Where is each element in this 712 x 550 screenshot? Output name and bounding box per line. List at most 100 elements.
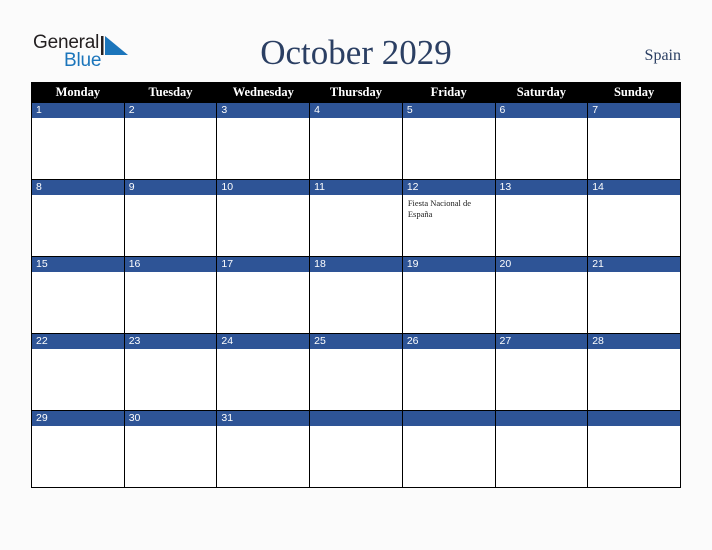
calendar-day-cell[interactable]: 3 — [216, 102, 311, 180]
day-events — [588, 195, 680, 198]
calendar-day-cell[interactable]: 9 — [123, 179, 218, 257]
day-number: 23 — [124, 334, 217, 349]
calendar-day-cell[interactable]: 5 — [401, 102, 496, 180]
calendar-day-cell[interactable]: 15 — [31, 256, 125, 334]
calendar-day-cell[interactable] — [309, 410, 403, 488]
calendar-day-cell[interactable]: 26 — [401, 333, 496, 411]
day-number — [402, 411, 495, 426]
calendar-day-cell[interactable]: 25 — [309, 333, 403, 411]
day-number: 25 — [310, 334, 402, 349]
day-number — [310, 411, 402, 426]
day-events — [310, 349, 402, 352]
page-title: October 2029 — [260, 33, 452, 72]
day-events — [403, 272, 495, 275]
calendar-day-cell[interactable]: 27 — [494, 333, 589, 411]
day-number: 1 — [32, 103, 124, 118]
day-number: 17 — [217, 257, 310, 272]
day-number: 31 — [217, 411, 310, 426]
calendar-day-cell[interactable]: 6 — [494, 102, 589, 180]
holiday-label: Fiesta Nacional de España — [407, 198, 472, 219]
calendar-day-cell[interactable]: 13 — [494, 179, 589, 257]
day-number: 12 — [402, 180, 495, 195]
day-events — [32, 118, 124, 121]
day-events — [32, 272, 124, 275]
calendar-day-cell[interactable] — [494, 410, 589, 488]
day-events — [217, 349, 309, 352]
calendar-day-cell[interactable] — [401, 410, 496, 488]
day-number: 21 — [588, 257, 680, 272]
calendar-day-cell[interactable]: 20 — [494, 256, 589, 334]
calendar-day-cell[interactable]: 8 — [31, 179, 125, 257]
day-events: Fiesta Nacional de España — [403, 195, 495, 219]
weekday-header-row: Monday Tuesday Wednesday Thursday Friday… — [31, 82, 681, 103]
day-number: 8 — [32, 180, 124, 195]
day-events — [496, 272, 588, 275]
day-number: 7 — [588, 103, 680, 118]
day-number: 24 — [217, 334, 310, 349]
day-number: 16 — [124, 257, 217, 272]
calendar-week-row: 29 30 31 — [31, 410, 681, 488]
day-events — [588, 349, 680, 352]
calendar-day-cell[interactable]: 11 — [309, 179, 403, 257]
calendar-day-cell[interactable]: 2 — [123, 102, 218, 180]
day-events — [125, 195, 217, 198]
country-label: Spain — [644, 47, 681, 64]
calendar-day-cell[interactable]: 28 — [587, 333, 681, 411]
weekday-header-saturday: Saturday — [494, 82, 589, 103]
calendar-day-cell[interactable]: 7 — [587, 102, 681, 180]
day-number: 13 — [495, 180, 588, 195]
calendar-day-cell[interactable]: 18 — [309, 256, 403, 334]
calendar-day-cell[interactable]: 14 — [587, 179, 681, 257]
calendar-day-cell[interactable]: 19 — [401, 256, 496, 334]
day-events — [588, 118, 680, 121]
calendar-day-cell[interactable]: 24 — [216, 333, 311, 411]
day-number: 10 — [217, 180, 310, 195]
day-number: 18 — [310, 257, 402, 272]
day-events — [310, 195, 402, 198]
page-header: General Blue October 2029 Spain — [0, 28, 712, 78]
calendar-day-cell[interactable]: 4 — [309, 102, 403, 180]
day-events — [403, 118, 495, 121]
calendar-day-cell[interactable]: 17 — [216, 256, 311, 334]
day-number — [495, 411, 588, 426]
day-number: 30 — [124, 411, 217, 426]
calendar-day-cell[interactable]: 23 — [123, 333, 218, 411]
day-events — [403, 426, 495, 429]
day-events — [32, 349, 124, 352]
day-events — [588, 426, 680, 429]
day-events — [217, 272, 309, 275]
day-events — [496, 349, 588, 352]
day-events — [310, 272, 402, 275]
calendar-day-cell[interactable]: 21 — [587, 256, 681, 334]
day-number: 27 — [495, 334, 588, 349]
day-events — [310, 118, 402, 121]
calendar-day-cell[interactable]: 22 — [31, 333, 125, 411]
calendar-day-cell[interactable]: 1 — [31, 102, 125, 180]
day-number: 6 — [495, 103, 588, 118]
calendar-day-cell[interactable]: 31 — [216, 410, 311, 488]
calendar-day-cell[interactable] — [587, 410, 681, 488]
day-events — [32, 426, 124, 429]
day-number: 14 — [588, 180, 680, 195]
day-events — [217, 118, 309, 121]
weekday-header-tuesday: Tuesday — [123, 82, 218, 103]
day-events — [496, 426, 588, 429]
weekday-header-wednesday: Wednesday — [216, 82, 311, 103]
day-events — [125, 118, 217, 121]
calendar-week-row: 1234567 — [31, 102, 681, 180]
calendar-day-cell[interactable]: 16 — [123, 256, 218, 334]
day-events — [217, 195, 309, 198]
day-number: 20 — [495, 257, 588, 272]
calendar-day-cell[interactable]: 12 Fiesta Nacional de España — [401, 179, 496, 257]
day-number: 11 — [310, 180, 402, 195]
calendar-body: 1 2 3 4 5 6 7 8 9 10 11 12 Fiesta Nacional de España… — [31, 102, 681, 488]
day-number: 2 — [124, 103, 217, 118]
day-number: 29 — [32, 411, 124, 426]
weekday-header-sunday: Sunday — [587, 82, 681, 103]
calendar-week-row: 22 23 24 25 26 27 28 — [31, 333, 681, 411]
calendar-day-cell[interactable]: 30 — [123, 410, 218, 488]
calendar-day-cell[interactable]: 10 — [216, 179, 311, 257]
calendar-day-cell[interactable]: 29 — [31, 410, 125, 488]
weekday-header-monday: Monday — [31, 82, 125, 103]
weekday-header-thursday: Thursday — [309, 82, 403, 103]
